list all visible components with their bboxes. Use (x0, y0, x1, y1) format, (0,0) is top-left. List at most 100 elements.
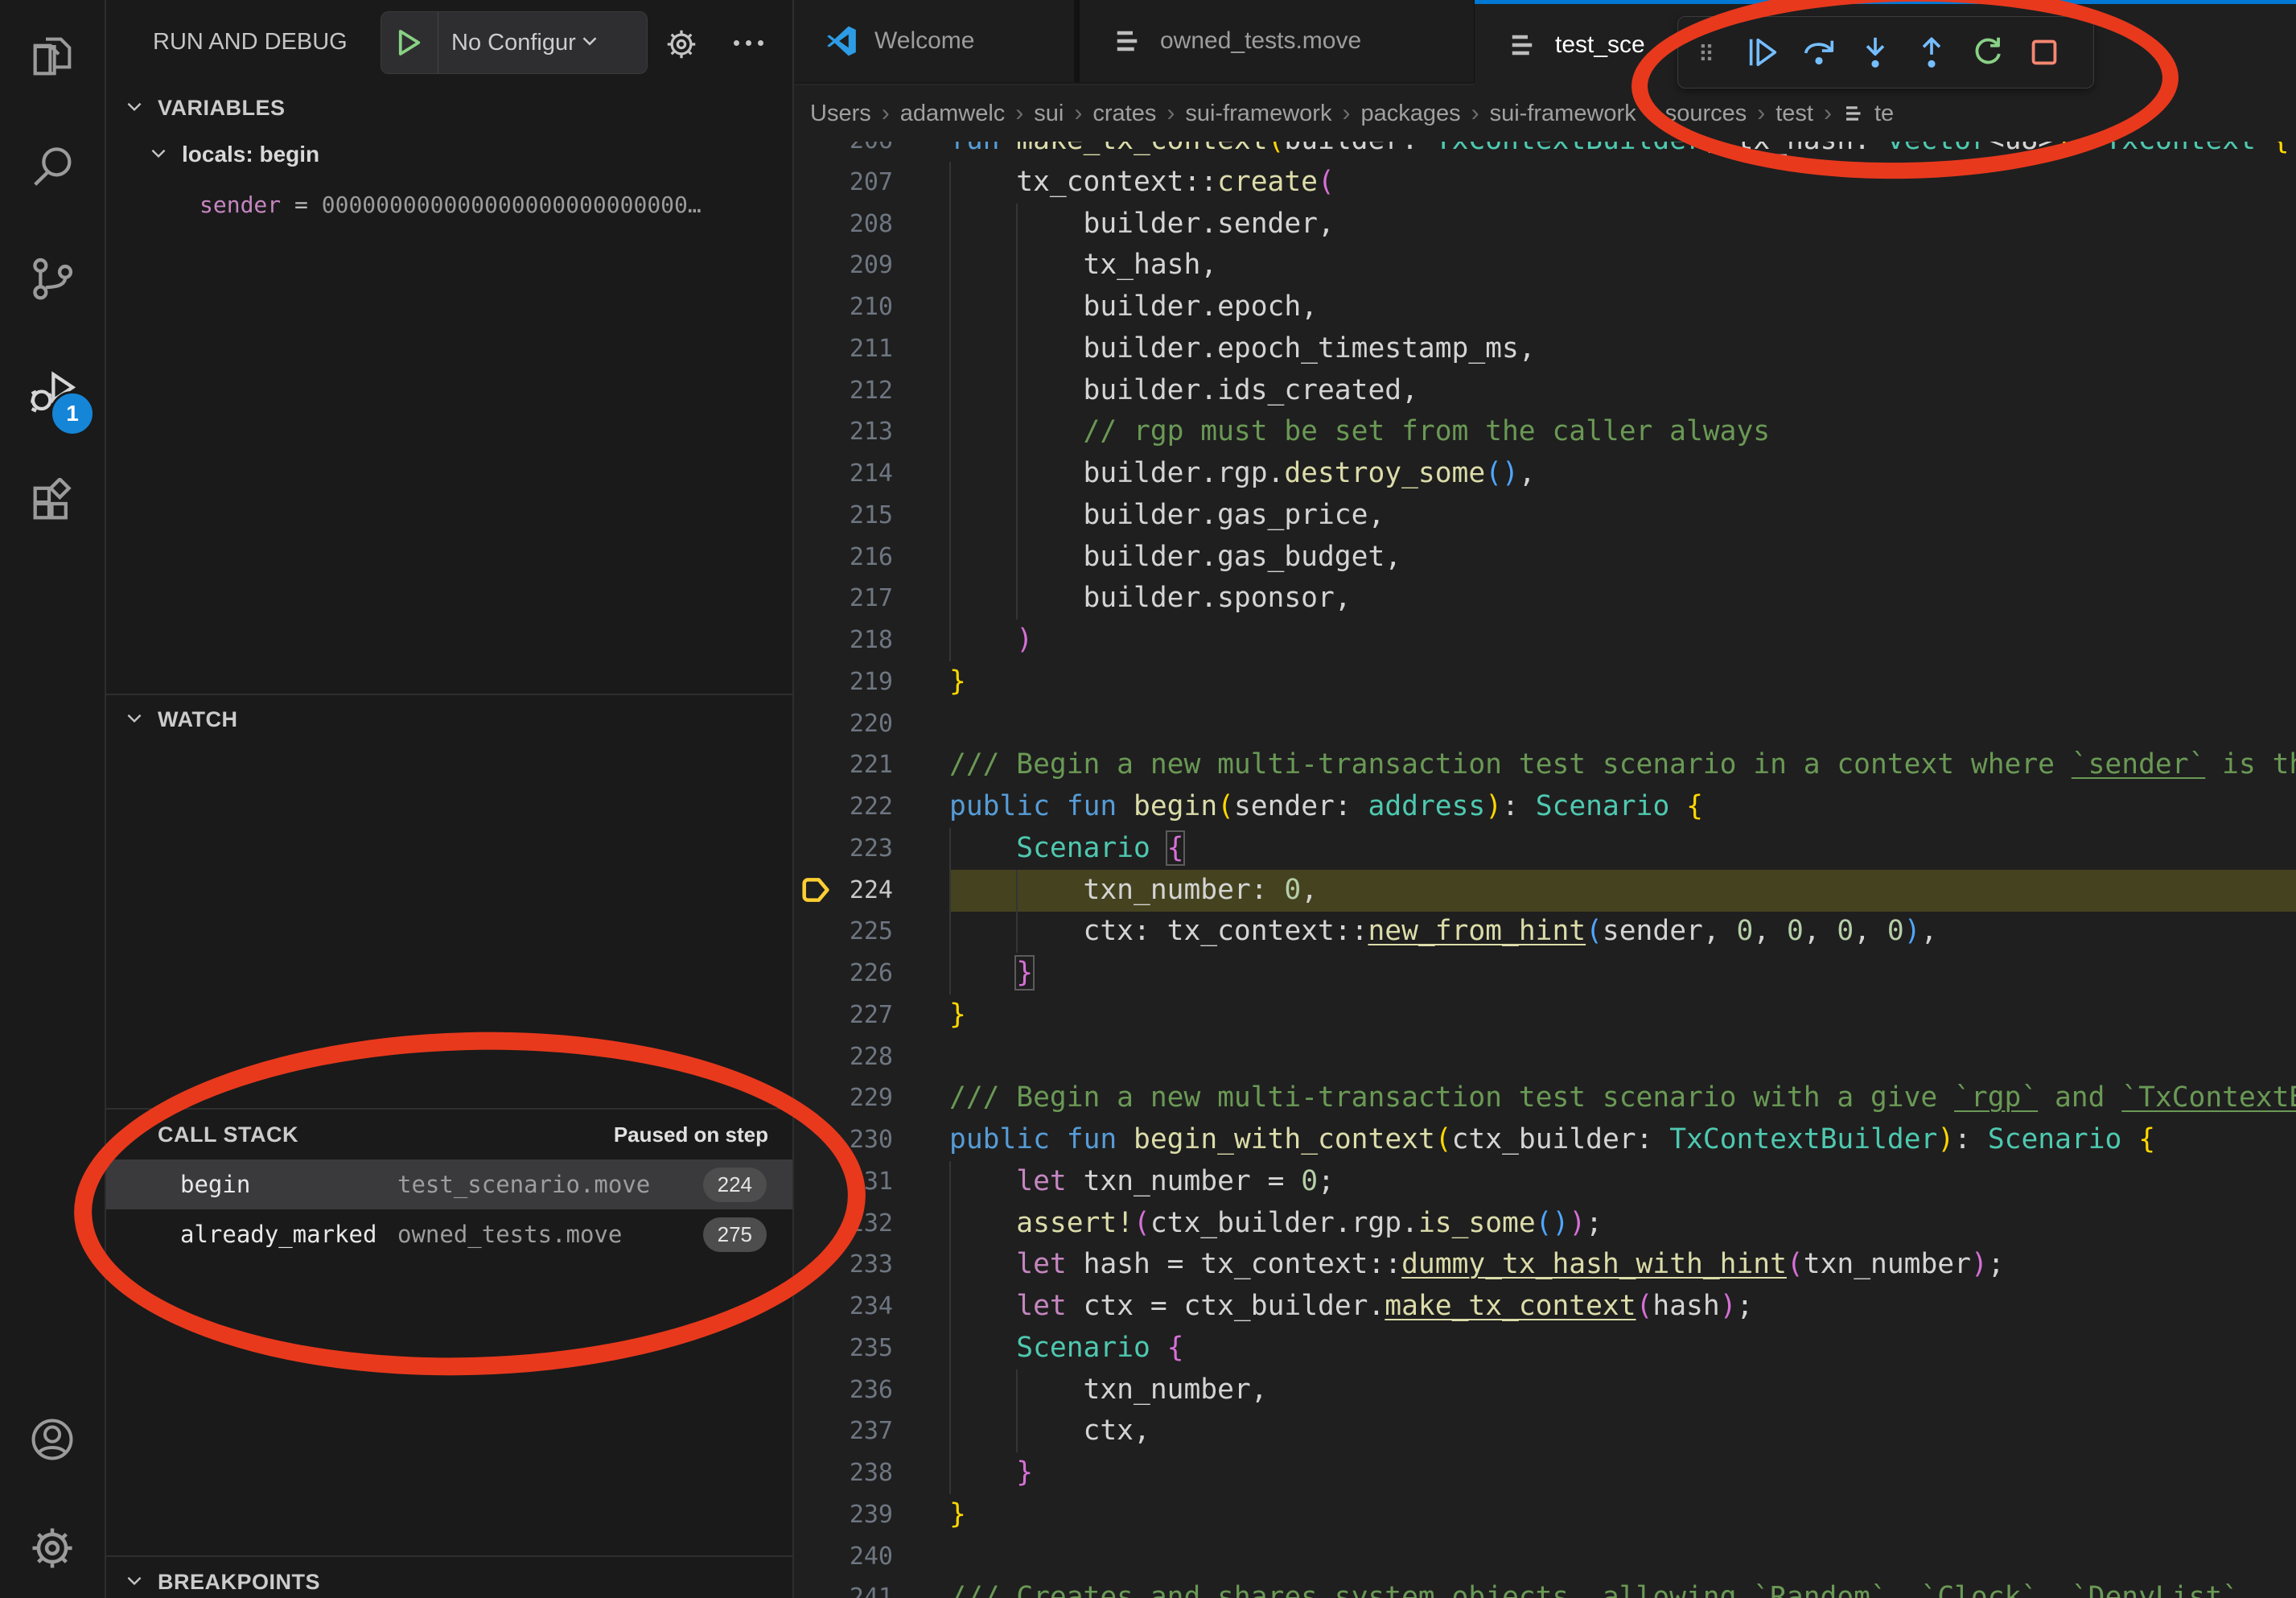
breadcrumb-item[interactable]: adamwelc (900, 101, 1006, 127)
code-line-220[interactable]: 220 (794, 703, 2296, 745)
start-debug-icon[interactable] (381, 12, 438, 73)
tab-welcome[interactable]: Welcome (794, 0, 1080, 82)
code-line-215[interactable]: 215 builder.gas_price, (794, 495, 2296, 537)
breadcrumb-separator: › (1647, 100, 1655, 127)
breadcrumb-item[interactable]: packages (1360, 101, 1460, 127)
code-line-228[interactable]: 228 (794, 1036, 2296, 1078)
line-number: 207 (794, 162, 893, 204)
breadcrumb-item[interactable]: crates (1092, 101, 1156, 127)
extensions-icon[interactable] (27, 478, 78, 529)
watch-section-header[interactable]: WATCH (106, 702, 792, 737)
variable-row-sender[interactable]: sender = 000000000000000000000000000… (200, 192, 779, 218)
code-text: // rgp must be set from the caller alway… (949, 411, 1770, 453)
stop-icon[interactable] (2016, 23, 2072, 81)
breadcrumb[interactable]: Users›adamwelc›sui›crates›sui-framework›… (794, 85, 2296, 142)
step-into-icon[interactable] (1847, 23, 1903, 81)
callstack-section-header[interactable]: CALL STACK Paused on step (106, 1117, 792, 1152)
tab-label: Welcome (874, 27, 974, 55)
locals-scope-row[interactable]: locals: begin (148, 142, 319, 167)
code-area[interactable]: 206fun make_tx_context(builder: TxContex… (794, 0, 2296, 1598)
code-line-227[interactable]: 227} (794, 995, 2296, 1036)
code-text: public fun begin(sender: address): Scena… (949, 786, 1703, 828)
search-icon[interactable] (27, 142, 78, 193)
line-number: 237 (794, 1411, 893, 1452)
source-control-icon[interactable] (27, 253, 78, 304)
line-number: 211 (794, 328, 893, 370)
variables-section-header[interactable]: VARIABLES (106, 90, 792, 126)
code-text: builder.sender, (949, 204, 1335, 245)
code-line-209[interactable]: 209 tx_hash, (794, 245, 2296, 286)
code-line-211[interactable]: 211 builder.epoch_timestamp_ms, (794, 328, 2296, 370)
code-line-210[interactable]: 210 builder.epoch, (794, 286, 2296, 328)
code-text: txn_number: 0, (949, 870, 1318, 912)
line-number: 216 (794, 537, 893, 579)
launch-config-dropdown[interactable]: No Configur (381, 11, 648, 74)
step-out-icon[interactable] (1903, 23, 1960, 81)
code-line-214[interactable]: 214 builder.rgp.destroy_some(), (794, 453, 2296, 495)
breakpoints-section-header[interactable]: BREAKPOINTS (106, 1564, 792, 1598)
line-number: 209 (794, 245, 893, 286)
code-line-222[interactable]: 222public fun begin(sender: address): Sc… (794, 786, 2296, 828)
code-text: builder.sponsor, (949, 578, 1352, 620)
frame-line-badge: 224 (703, 1168, 767, 1202)
continue-icon[interactable] (1734, 23, 1791, 81)
code-line-234[interactable]: 234 let ctx = ctx_builder.make_tx_contex… (794, 1286, 2296, 1328)
line-number: 210 (794, 286, 893, 328)
breadcrumb-item[interactable]: sui (1034, 101, 1064, 127)
code-line-217[interactable]: 217 builder.sponsor, (794, 578, 2296, 620)
code-line-239[interactable]: 239} (794, 1494, 2296, 1536)
code-line-231[interactable]: 231 let txn_number = 0; (794, 1161, 2296, 1203)
breadcrumb-item[interactable]: sources (1665, 101, 1747, 127)
paused-status: Paused on step (614, 1122, 768, 1147)
line-number: 208 (794, 204, 893, 245)
code-line-221[interactable]: 221/// Begin a new multi-transaction tes… (794, 744, 2296, 786)
code-line-233[interactable]: 233 let hash = tx_context::dummy_tx_hash… (794, 1244, 2296, 1286)
line-number: 229 (794, 1077, 893, 1119)
code-text: builder.gas_budget, (949, 537, 1401, 579)
breadcrumb-separator: › (1342, 100, 1350, 127)
code-line-232[interactable]: 232 assert!(ctx_builder.rgp.is_some()); (794, 1203, 2296, 1245)
code-line-226[interactable]: 226 } (794, 953, 2296, 995)
code-line-230[interactable]: 230public fun begin_with_context(ctx_bui… (794, 1119, 2296, 1161)
account-icon[interactable] (27, 1414, 78, 1465)
breadcrumb-file[interactable]: te (1842, 101, 1894, 127)
activity-bar: 1 (0, 0, 106, 1598)
step-over-icon[interactable] (1791, 23, 1847, 81)
restart-icon[interactable] (1960, 23, 2016, 81)
code-line-238[interactable]: 238 } (794, 1452, 2296, 1494)
more-actions-icon[interactable] (724, 24, 772, 61)
code-line-224[interactable]: 224 txn_number: 0, (794, 870, 2296, 912)
settings-gear-icon[interactable] (27, 1522, 78, 1574)
code-line-237[interactable]: 237 ctx, (794, 1411, 2296, 1452)
code-line-218[interactable]: 218 ) (794, 620, 2296, 661)
code-line-216[interactable]: 216 builder.gas_budget, (794, 537, 2296, 579)
code-line-240[interactable]: 240 (794, 1536, 2296, 1578)
code-line-241[interactable]: 241/// Creates and shares system objects… (794, 1577, 2296, 1598)
code-line-236[interactable]: 236 txn_number, (794, 1369, 2296, 1411)
code-line-213[interactable]: 213 // rgp must be set from the caller a… (794, 411, 2296, 453)
breakpoints-label: BREAKPOINTS (158, 1570, 320, 1595)
callstack-frame-already_marked[interactable]: already_markedowned_tests.move275 (106, 1209, 792, 1259)
code-line-229[interactable]: 229/// Begin a new multi-transaction tes… (794, 1077, 2296, 1119)
breadcrumb-item[interactable]: Users (810, 101, 871, 127)
code-line-212[interactable]: 212 builder.ids_created, (794, 370, 2296, 412)
breadcrumb-item[interactable]: sui-framework (1490, 101, 1636, 127)
tab-owned-tests-move[interactable]: owned_tests.move (1080, 0, 1479, 82)
breadcrumb-item[interactable]: test (1775, 101, 1813, 127)
code-line-225[interactable]: 225 ctx: tx_context::new_from_hint(sende… (794, 911, 2296, 953)
debug-settings-gear-icon[interactable] (663, 26, 700, 63)
code-text: builder.gas_price, (949, 495, 1385, 537)
breadcrumb-separator: › (1471, 100, 1479, 127)
code-line-219[interactable]: 219} (794, 661, 2296, 703)
code-text: ) (949, 620, 1033, 661)
code-line-207[interactable]: 207 tx_context::create( (794, 162, 2296, 204)
callstack-frame-begin[interactable]: begintest_scenario.move224 (106, 1159, 792, 1209)
code-line-235[interactable]: 235 Scenario { (794, 1328, 2296, 1369)
code-line-223[interactable]: 223 Scenario { (794, 828, 2296, 870)
explorer-icon[interactable] (27, 31, 78, 82)
line-number: 215 (794, 495, 893, 537)
drag-handle-icon[interactable] (1678, 23, 1734, 81)
code-line-208[interactable]: 208 builder.sender, (794, 204, 2296, 245)
code-text: builder.epoch_timestamp_ms, (949, 328, 1536, 370)
breadcrumb-item[interactable]: sui-framework (1185, 101, 1331, 127)
